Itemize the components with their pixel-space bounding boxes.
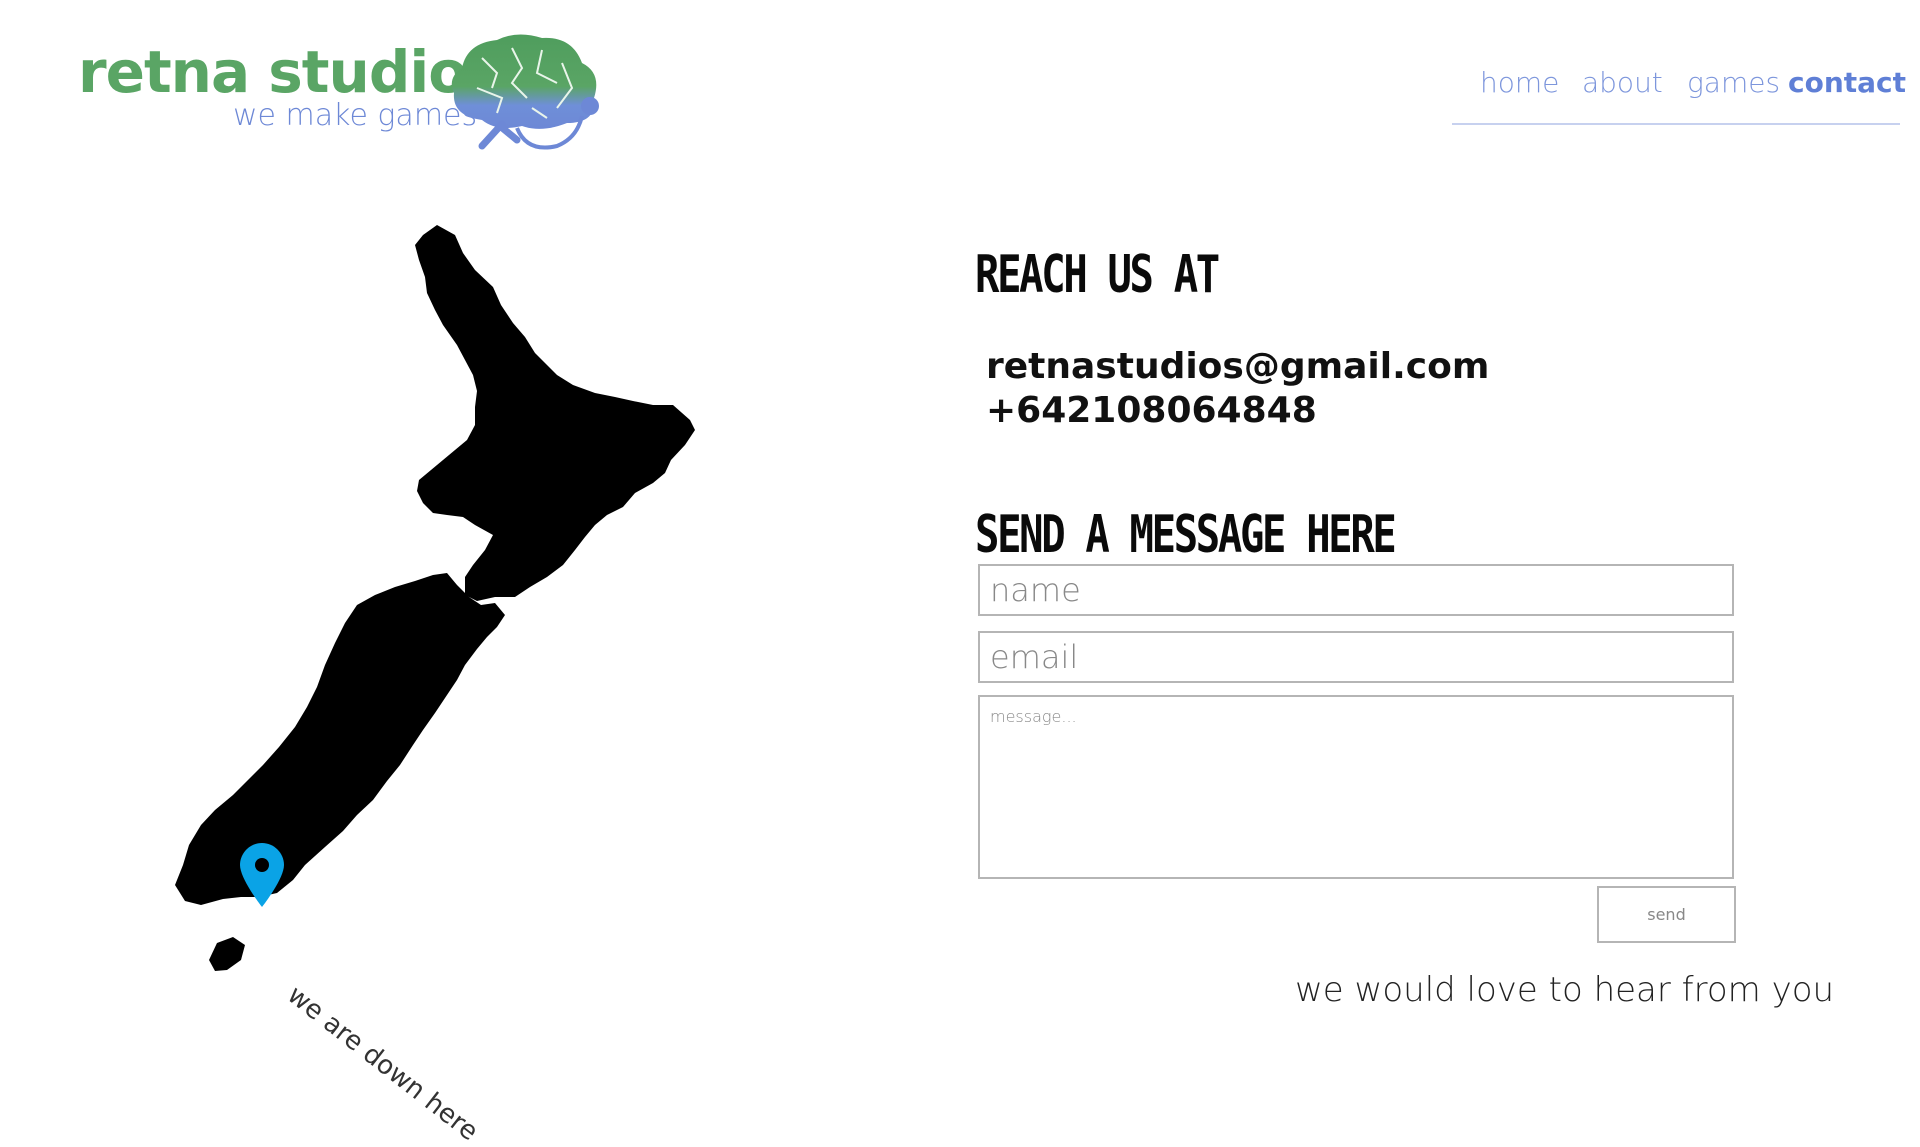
logo-tagline: we make games [233, 98, 478, 133]
brain-icon [451, 34, 599, 150]
main-nav: home about games contact [1470, 66, 1920, 116]
email-field[interactable] [978, 631, 1734, 683]
logo-title: retna studios [78, 38, 502, 106]
site-logo[interactable]: retna studios we make games [78, 28, 618, 158]
south-island-shape [175, 573, 505, 905]
reach-us-heading: REACH US AT [975, 245, 1220, 305]
location-pin-icon [240, 843, 284, 907]
nav-home[interactable]: home [1480, 66, 1559, 99]
nav-about[interactable]: about [1582, 66, 1663, 99]
north-island-shape [415, 225, 695, 601]
name-field[interactable] [978, 564, 1734, 616]
stewart-island-shape [209, 937, 245, 971]
send-message-heading: SEND A MESSAGE HERE [975, 505, 1397, 565]
nav-contact[interactable]: contact [1788, 66, 1906, 99]
send-button[interactable]: send [1597, 886, 1736, 943]
nav-divider [1452, 123, 1900, 125]
new-zealand-map [175, 225, 695, 971]
message-field[interactable] [978, 695, 1734, 879]
contact-email[interactable]: retnastudios@gmail.com [986, 346, 1489, 387]
contact-phone[interactable]: +642108064848 [986, 390, 1317, 431]
nav-games[interactable]: games [1687, 66, 1780, 99]
footer-note: we would love to hear from you [1295, 970, 1835, 1010]
